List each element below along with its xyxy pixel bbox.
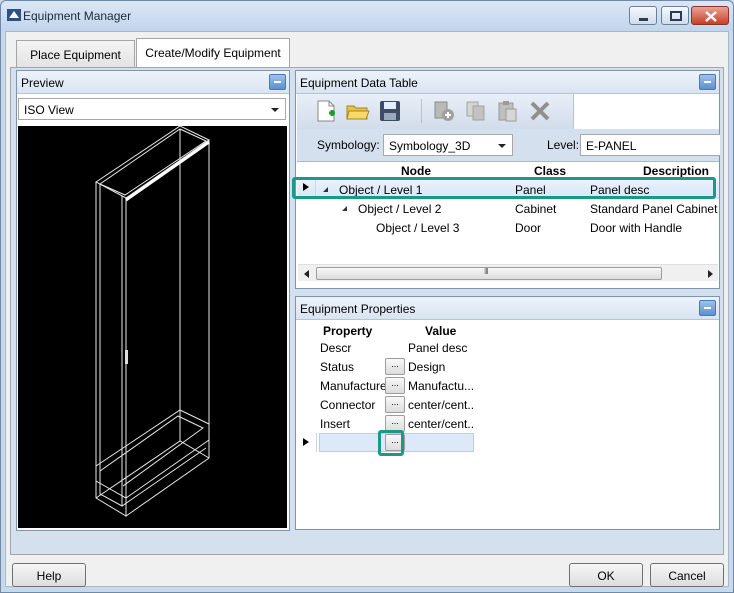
column-header-class: Class: [534, 164, 567, 178]
expand-icon[interactable]: [342, 206, 347, 211]
title-bar[interactable]: Equipment Manager: [1, 1, 733, 31]
property-value[interactable]: center/cent...: [408, 398, 474, 412]
current-row-icon: [303, 438, 309, 446]
scroll-left-icon[interactable]: [304, 270, 309, 278]
equipment-manager-window: Equipment Manager Place Equipment Create…: [0, 0, 734, 593]
toolbar-separator: [421, 99, 422, 123]
property-value[interactable]: Manufactu...: [408, 379, 474, 393]
level-field[interactable]: E-PANEL: [580, 134, 720, 156]
preview-canvas[interactable]: [18, 125, 287, 528]
save-icon[interactable]: [377, 99, 403, 123]
app-icon: [7, 9, 21, 21]
new-document-icon[interactable]: [313, 99, 339, 123]
window-title: Equipment Manager: [23, 9, 132, 23]
ellipsis-button[interactable]: ...: [385, 358, 405, 375]
symbology-row: Symbology: Symbology_3D Level: E-PANEL: [297, 129, 720, 161]
table-row[interactable]: Object / Level 2 Cabinet Standard Panel …: [297, 199, 719, 218]
preview-header: Preview: [17, 71, 289, 94]
selected-row-highlight: [292, 177, 716, 199]
equipment-properties-panel: Equipment Properties Property Value Desc…: [295, 296, 720, 530]
symbology-value: Symbology_3D: [389, 139, 471, 153]
property-name: Connector: [320, 398, 376, 412]
cabinet-wireframe: [95, 125, 210, 517]
property-value[interactable]: center/cent...: [408, 417, 474, 431]
new-property-row[interactable]: ...: [297, 433, 719, 452]
ellipsis-button[interactable]: ...: [385, 377, 405, 394]
scroll-thumb[interactable]: [316, 267, 662, 280]
pin-icon[interactable]: [699, 74, 716, 90]
maximize-button[interactable]: [661, 6, 689, 25]
dialog-client-area: Place Equipment Create/Modify Equipment …: [5, 31, 729, 587]
open-folder-icon[interactable]: [345, 99, 371, 123]
row-description: Door with Handle: [590, 221, 683, 235]
properties-header: Equipment Properties: [296, 297, 719, 320]
horizontal-scrollbar[interactable]: [298, 264, 718, 281]
data-table-toolbar: [297, 94, 574, 129]
properties-grid: Property Value Descr Panel desc Status .…: [297, 320, 719, 520]
row-selector[interactable]: [297, 433, 317, 452]
copy-icon[interactable]: [463, 99, 489, 123]
level-value: E-PANEL: [586, 139, 637, 153]
ok-button[interactable]: OK: [569, 563, 643, 587]
tab-place-equipment[interactable]: Place Equipment: [16, 40, 135, 67]
column-header-property: Property: [323, 324, 373, 338]
tab-label: Create/Modify Equipment: [145, 46, 281, 60]
view-combo[interactable]: ISO View: [18, 98, 286, 120]
pin-icon[interactable]: [269, 74, 286, 90]
data-table-title: Equipment Data Table: [300, 76, 418, 90]
level-label: Level:: [547, 138, 580, 152]
column-header-description: Description: [643, 164, 710, 178]
column-header-value: Value: [425, 324, 457, 338]
preview-title: Preview: [21, 76, 64, 90]
property-row[interactable]: Status ... Design: [297, 357, 719, 376]
tab-page: Preview ISO View Equipment Data Table Sy…: [10, 67, 724, 555]
row-class: Cabinet: [515, 202, 557, 216]
pin-icon[interactable]: [699, 300, 716, 316]
add-equipment-icon[interactable]: [431, 99, 457, 123]
close-icon: [705, 11, 717, 22]
row-description: Standard Panel Cabinet: [590, 202, 718, 216]
row-node: Object / Level 3: [376, 221, 460, 235]
property-value[interactable]: Design: [408, 360, 474, 374]
property-name: Insert: [320, 417, 351, 431]
ellipsis-button[interactable]: ...: [385, 396, 405, 413]
chevron-down-icon: [271, 108, 279, 112]
minimize-button[interactable]: [629, 6, 657, 25]
symbology-label: Symbology:: [317, 138, 380, 152]
ellipsis-button-highlight: [378, 430, 404, 456]
property-name: Status: [320, 360, 355, 374]
property-name: Manufacture: [320, 379, 387, 393]
property-name: Descr: [320, 341, 352, 355]
column-header-node: Node: [401, 164, 431, 178]
view-combo-value: ISO View: [24, 103, 74, 117]
property-row[interactable]: Insert ... center/cent...: [297, 414, 719, 433]
row-node: Object / Level 2: [358, 202, 442, 216]
property-row[interactable]: Descr Panel desc: [297, 338, 719, 357]
properties-title: Equipment Properties: [300, 302, 416, 316]
data-table-header: Equipment Data Table: [296, 71, 719, 94]
tab-create-modify-equipment[interactable]: Create/Modify Equipment: [136, 38, 290, 67]
delete-icon[interactable]: [527, 99, 553, 123]
scroll-right-icon[interactable]: [708, 270, 713, 278]
chevron-down-icon: [498, 144, 506, 148]
close-button[interactable]: [691, 6, 729, 25]
help-button[interactable]: Help: [12, 563, 86, 587]
preview-panel: Preview ISO View: [16, 70, 290, 531]
property-row[interactable]: Connector ... center/cent...: [297, 395, 719, 414]
cancel-button[interactable]: Cancel: [650, 563, 724, 587]
paste-icon[interactable]: [495, 99, 521, 123]
property-value[interactable]: Panel desc: [408, 341, 474, 355]
row-class: Door: [515, 221, 542, 235]
maximize-icon: [670, 11, 682, 21]
property-row[interactable]: Manufacture ... Manufactu...: [297, 376, 719, 395]
minimize-icon: [639, 18, 648, 21]
tab-label: Place Equipment: [30, 48, 121, 62]
symbology-combo[interactable]: Symbology_3D: [383, 134, 513, 156]
table-row[interactable]: Object / Level 3 Door Door with Handle: [297, 218, 719, 237]
